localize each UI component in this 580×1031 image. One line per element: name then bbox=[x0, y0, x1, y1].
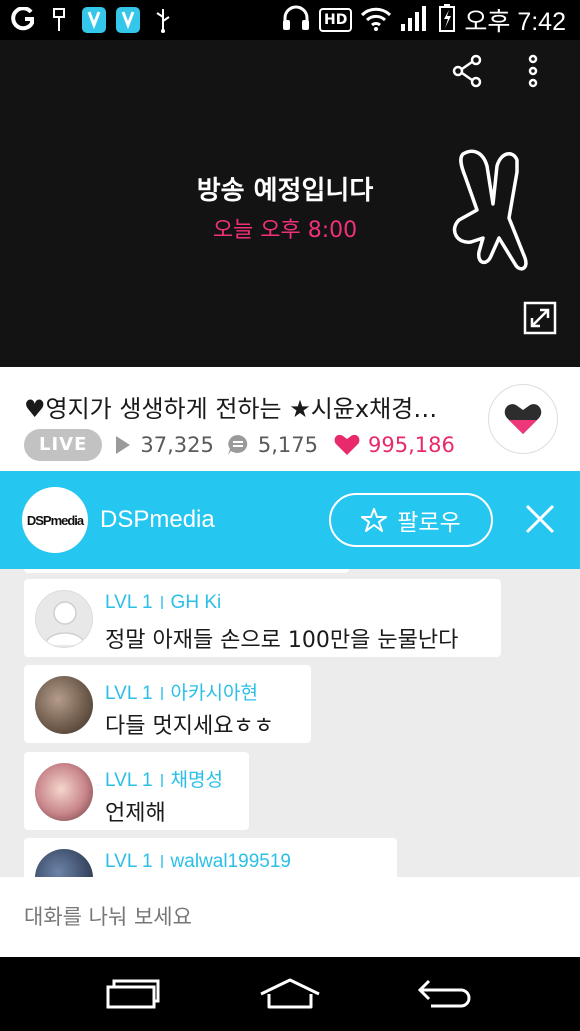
status-bar: HD 오후 7:42 bbox=[0, 0, 580, 40]
channel-logo[interactable]: DSPmedia bbox=[22, 487, 88, 553]
username[interactable]: 채명성 bbox=[171, 770, 223, 791]
chat-list[interactable]: LVL 1 GH Ki 정말 아재들 손으로 100만을 눈물난다 LVL 1 아카… bbox=[0, 569, 580, 877]
comment-count: 5,175 bbox=[226, 433, 318, 457]
avatar bbox=[35, 849, 93, 877]
video-title[interactable]: ♥영지가 생생하게 전하는 ★시윤x채경… bbox=[24, 389, 494, 424]
follow-button[interactable]: 팔로우 bbox=[329, 493, 493, 547]
more-options-icon[interactable] bbox=[526, 54, 540, 92]
view-count: 37,325 bbox=[114, 433, 214, 457]
channel-name[interactable]: DSPmedia bbox=[100, 506, 215, 534]
signal-icon bbox=[400, 4, 430, 36]
video-info: ♥영지가 생생하게 전하는 ★시윤x채경… LIVE 37,325 5,175 … bbox=[0, 367, 580, 471]
wifi-icon bbox=[360, 5, 392, 35]
usb-icon bbox=[46, 6, 72, 34]
v-hand-logo-icon bbox=[443, 146, 533, 276]
like-count: 995,186 bbox=[334, 433, 455, 457]
chat-message[interactable]: LVL 1 walwal199519 bbox=[24, 838, 397, 877]
clock: 오후 7:42 bbox=[464, 8, 566, 36]
play-icon bbox=[116, 436, 131, 454]
like-button[interactable] bbox=[488, 384, 558, 454]
broadcast-status: 방송 예정입니다 bbox=[196, 176, 374, 206]
recent-apps-icon[interactable] bbox=[105, 977, 161, 1015]
avatar bbox=[35, 763, 93, 821]
follow-label: 팔로우 bbox=[397, 510, 461, 536]
fullscreen-icon[interactable] bbox=[523, 301, 557, 339]
video-stats: LIVE 37,325 5,175 995,186 bbox=[24, 428, 455, 462]
v-app-icon bbox=[116, 7, 140, 33]
app-g-icon bbox=[10, 6, 36, 34]
chat-input-bar bbox=[0, 877, 580, 957]
view-count-value: 37,325 bbox=[140, 433, 214, 457]
chat-message[interactable]: LVL 1 GH Ki 정말 아재들 손으로 100만을 눈물난다 bbox=[24, 579, 501, 657]
chat-meta: LVL 1 GH Ki bbox=[105, 592, 221, 614]
avatar bbox=[35, 590, 93, 648]
chat-meta: LVL 1 채명성 bbox=[105, 765, 223, 792]
broadcast-schedule: 오늘 오후 8:00 bbox=[212, 218, 358, 243]
username[interactable]: walwal199519 bbox=[171, 851, 291, 872]
battery-charging-icon bbox=[438, 3, 456, 37]
user-level: LVL 1 bbox=[105, 851, 153, 872]
system-nav-bar bbox=[0, 957, 580, 1031]
usb-icon bbox=[150, 6, 176, 34]
user-level: LVL 1 bbox=[105, 683, 153, 704]
username[interactable]: GH Ki bbox=[171, 592, 222, 613]
comment-icon bbox=[227, 435, 248, 455]
back-icon[interactable] bbox=[417, 977, 475, 1015]
chat-meta: LVL 1 walwal199519 bbox=[105, 851, 291, 873]
chat-input[interactable] bbox=[0, 877, 580, 957]
comment-count-value: 5,175 bbox=[257, 433, 319, 457]
user-level: LVL 1 bbox=[105, 592, 153, 613]
chat-message[interactable]: LVL 1 아카시아현 다들 멋지세요ㅎㅎ bbox=[24, 665, 311, 743]
star-icon bbox=[361, 508, 388, 532]
username[interactable]: 아카시아현 bbox=[171, 683, 258, 704]
channel-bar: DSPmedia DSPmedia 팔로우 bbox=[0, 471, 580, 569]
user-level: LVL 1 bbox=[105, 770, 153, 791]
live-badge: LIVE bbox=[24, 429, 103, 461]
share-icon[interactable] bbox=[452, 54, 482, 92]
chat-text: 정말 아재들 손으로 100만을 눈물난다 bbox=[105, 628, 459, 653]
chat-message-partial bbox=[24, 569, 349, 573]
avatar bbox=[35, 676, 93, 734]
home-icon[interactable] bbox=[258, 977, 322, 1015]
heart-icon bbox=[504, 404, 542, 434]
chat-text: 언제해 bbox=[105, 801, 166, 826]
headset-icon bbox=[281, 4, 311, 36]
close-icon[interactable] bbox=[524, 503, 556, 539]
chat-message[interactable]: LVL 1 채명성 언제해 bbox=[24, 752, 249, 830]
hd-icon: HD bbox=[319, 8, 353, 32]
chat-text: 다들 멋지세요ㅎㅎ bbox=[105, 714, 274, 739]
like-count-value: 995,186 bbox=[368, 433, 455, 457]
video-player[interactable]: 방송 예정입니다 오늘 오후 8:00 bbox=[0, 40, 580, 367]
heart-icon bbox=[334, 434, 360, 455]
v-app-icon bbox=[82, 7, 106, 33]
channel-logo-text: DSPmedia bbox=[26, 512, 84, 528]
chat-meta: LVL 1 아카시아현 bbox=[105, 678, 258, 705]
